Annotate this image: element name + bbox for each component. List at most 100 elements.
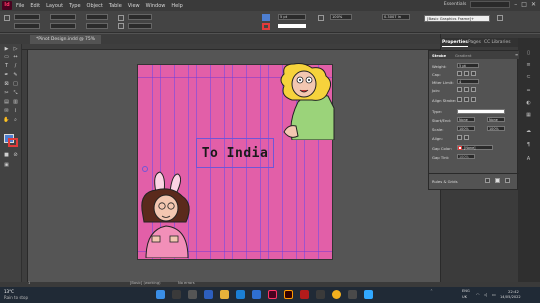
- menu-object[interactable]: Object: [87, 3, 103, 9]
- y-field[interactable]: [14, 23, 40, 29]
- tab-properties[interactable]: Properties: [442, 38, 468, 47]
- x-field[interactable]: [14, 14, 40, 20]
- align-center-button[interactable]: [457, 97, 462, 102]
- menu-file[interactable]: File: [16, 3, 24, 9]
- frame-anchor-icon[interactable]: [142, 166, 148, 172]
- shear-icon[interactable]: [118, 23, 124, 29]
- gradient-tool-icon[interactable]: ▤: [3, 99, 10, 105]
- start-scale-input[interactable]: 100%: [457, 126, 475, 131]
- weather-text[interactable]: Rain to stop: [4, 295, 28, 300]
- align-outside-button[interactable]: [471, 97, 476, 102]
- file-explorer-icon[interactable]: [220, 290, 229, 299]
- line-tool-icon[interactable]: /: [12, 63, 19, 69]
- stroke-type-field[interactable]: [278, 24, 306, 28]
- menu-table[interactable]: Table: [109, 3, 122, 9]
- type-tool-icon[interactable]: T: [3, 63, 10, 69]
- stroke-icon[interactable]: ═: [525, 88, 532, 94]
- stroke-color-swatch[interactable]: [8, 138, 18, 147]
- wifi-icon[interactable]: ◠: [476, 292, 480, 297]
- bevel-join-button[interactable]: [471, 87, 476, 92]
- pen-tool-icon[interactable]: ✒: [3, 72, 10, 78]
- h-field[interactable]: [50, 23, 76, 29]
- view-mode-icon[interactable]: ▣: [3, 162, 10, 168]
- end-scale-input[interactable]: 100%: [487, 126, 505, 131]
- color-icon[interactable]: ◐: [525, 100, 532, 106]
- stroke-swatch[interactable]: [262, 23, 270, 30]
- search-field[interactable]: [470, 1, 511, 8]
- menu-layout[interactable]: Layout: [46, 3, 63, 9]
- direct-selection-tool-icon[interactable]: ▷: [12, 46, 19, 52]
- clock-date[interactable]: 14/05/2022: [500, 295, 521, 299]
- gap-color-select[interactable]: [None]: [457, 145, 493, 150]
- weather-temp[interactable]: 13°C: [4, 289, 14, 294]
- scale-x-field[interactable]: [86, 14, 108, 20]
- page-heading-text[interactable]: To India: [197, 146, 273, 161]
- menu-type[interactable]: Type: [69, 3, 80, 9]
- free-transform-tool-icon[interactable]: ⤡: [12, 90, 19, 96]
- note-tool-icon[interactable]: ✉: [3, 108, 10, 114]
- end-select[interactable]: None: [487, 117, 505, 122]
- quick-apply-icon[interactable]: [497, 15, 503, 21]
- text-frame[interactable]: To India: [196, 138, 274, 168]
- page-tool-icon[interactable]: ▭: [3, 54, 10, 60]
- eyedropper-tool-icon[interactable]: ⌇: [12, 108, 19, 114]
- apply-none-icon[interactable]: ⊘: [12, 152, 19, 158]
- gap-tint-input[interactable]: 100%: [457, 154, 475, 159]
- clock-time[interactable]: 22:42: [508, 289, 519, 294]
- hand-tool-icon[interactable]: ✋: [3, 117, 10, 123]
- selection-tool-icon[interactable]: ▶: [3, 46, 10, 52]
- menu-help[interactable]: Help: [171, 3, 182, 9]
- gap-tool-icon[interactable]: ↔: [12, 54, 19, 60]
- language-region[interactable]: UK: [462, 295, 467, 299]
- rectangle-tool-icon[interactable]: □: [12, 81, 19, 87]
- rotate-field[interactable]: [128, 14, 152, 20]
- arrow-tip-beyond-button[interactable]: [457, 135, 462, 140]
- acrobat-taskbar-icon[interactable]: [300, 290, 309, 299]
- pencil-tool-icon[interactable]: ✎: [12, 72, 19, 78]
- cc-libraries-icon[interactable]: ☁: [525, 128, 532, 134]
- tab-cc-libraries[interactable]: CC Libraries: [484, 38, 511, 47]
- projecting-cap-button[interactable]: [471, 71, 476, 76]
- round-join-button[interactable]: [464, 87, 469, 92]
- search-icon[interactable]: [172, 290, 181, 299]
- document-tab[interactable]: *Pinot Design.indd @ 75%: [30, 35, 102, 44]
- menu-view[interactable]: View: [128, 3, 140, 9]
- indesign-taskbar-icon[interactable]: [268, 290, 277, 299]
- baseline-grid-icon[interactable]: [495, 178, 500, 183]
- photoshop-taskbar-icon[interactable]: [364, 290, 373, 299]
- task-view-icon[interactable]: [188, 290, 197, 299]
- illustrator-taskbar-icon[interactable]: [284, 290, 293, 299]
- chrome-taskbar-icon[interactable]: [332, 290, 341, 299]
- page-number[interactable]: 1: [28, 281, 30, 285]
- text-wrap-icon[interactable]: ¶: [525, 142, 532, 148]
- fill-swatch[interactable]: [262, 14, 270, 21]
- rotate-icon[interactable]: [118, 15, 124, 21]
- zoom-tool-icon[interactable]: ⌕: [12, 117, 19, 123]
- gradient-feather-tool-icon[interactable]: ▥: [12, 99, 19, 105]
- swatches-icon[interactable]: ▦: [525, 112, 532, 118]
- round-cap-button[interactable]: [464, 71, 469, 76]
- paragraph-styles-icon[interactable]: A: [525, 156, 532, 162]
- edge-icon[interactable]: [236, 290, 245, 299]
- language-code[interactable]: ENG: [462, 289, 470, 293]
- align-inside-button[interactable]: [464, 97, 469, 102]
- workspace-switcher[interactable]: Essentials: [444, 2, 467, 7]
- object-style-select[interactable]: [Basic Graphics Frame]+: [424, 15, 490, 22]
- grid-icon[interactable]: [485, 178, 490, 183]
- maximize-icon[interactable]: □: [521, 1, 527, 8]
- corner-size-field[interactable]: 0.3007 in: [382, 14, 410, 20]
- reference-point-icon[interactable]: [4, 15, 10, 21]
- tab-pages[interactable]: Pages: [468, 38, 481, 47]
- photos-taskbar-icon[interactable]: [348, 290, 357, 299]
- opacity-field[interactable]: 100%: [330, 14, 352, 20]
- links-icon[interactable]: ⊂: [525, 74, 532, 80]
- stroke-panel-title[interactable]: Stroke: [432, 53, 446, 58]
- minimize-icon[interactable]: –: [514, 1, 517, 8]
- close-icon[interactable]: ✕: [531, 1, 536, 8]
- shear-field[interactable]: [128, 23, 152, 29]
- blonde-character-illustration[interactable]: [278, 62, 336, 140]
- panel-menu-icon[interactable]: ≡: [515, 52, 518, 57]
- miter-limit-input[interactable]: 4: [457, 79, 479, 84]
- widgets-icon[interactable]: [204, 290, 213, 299]
- w-field[interactable]: [50, 14, 76, 20]
